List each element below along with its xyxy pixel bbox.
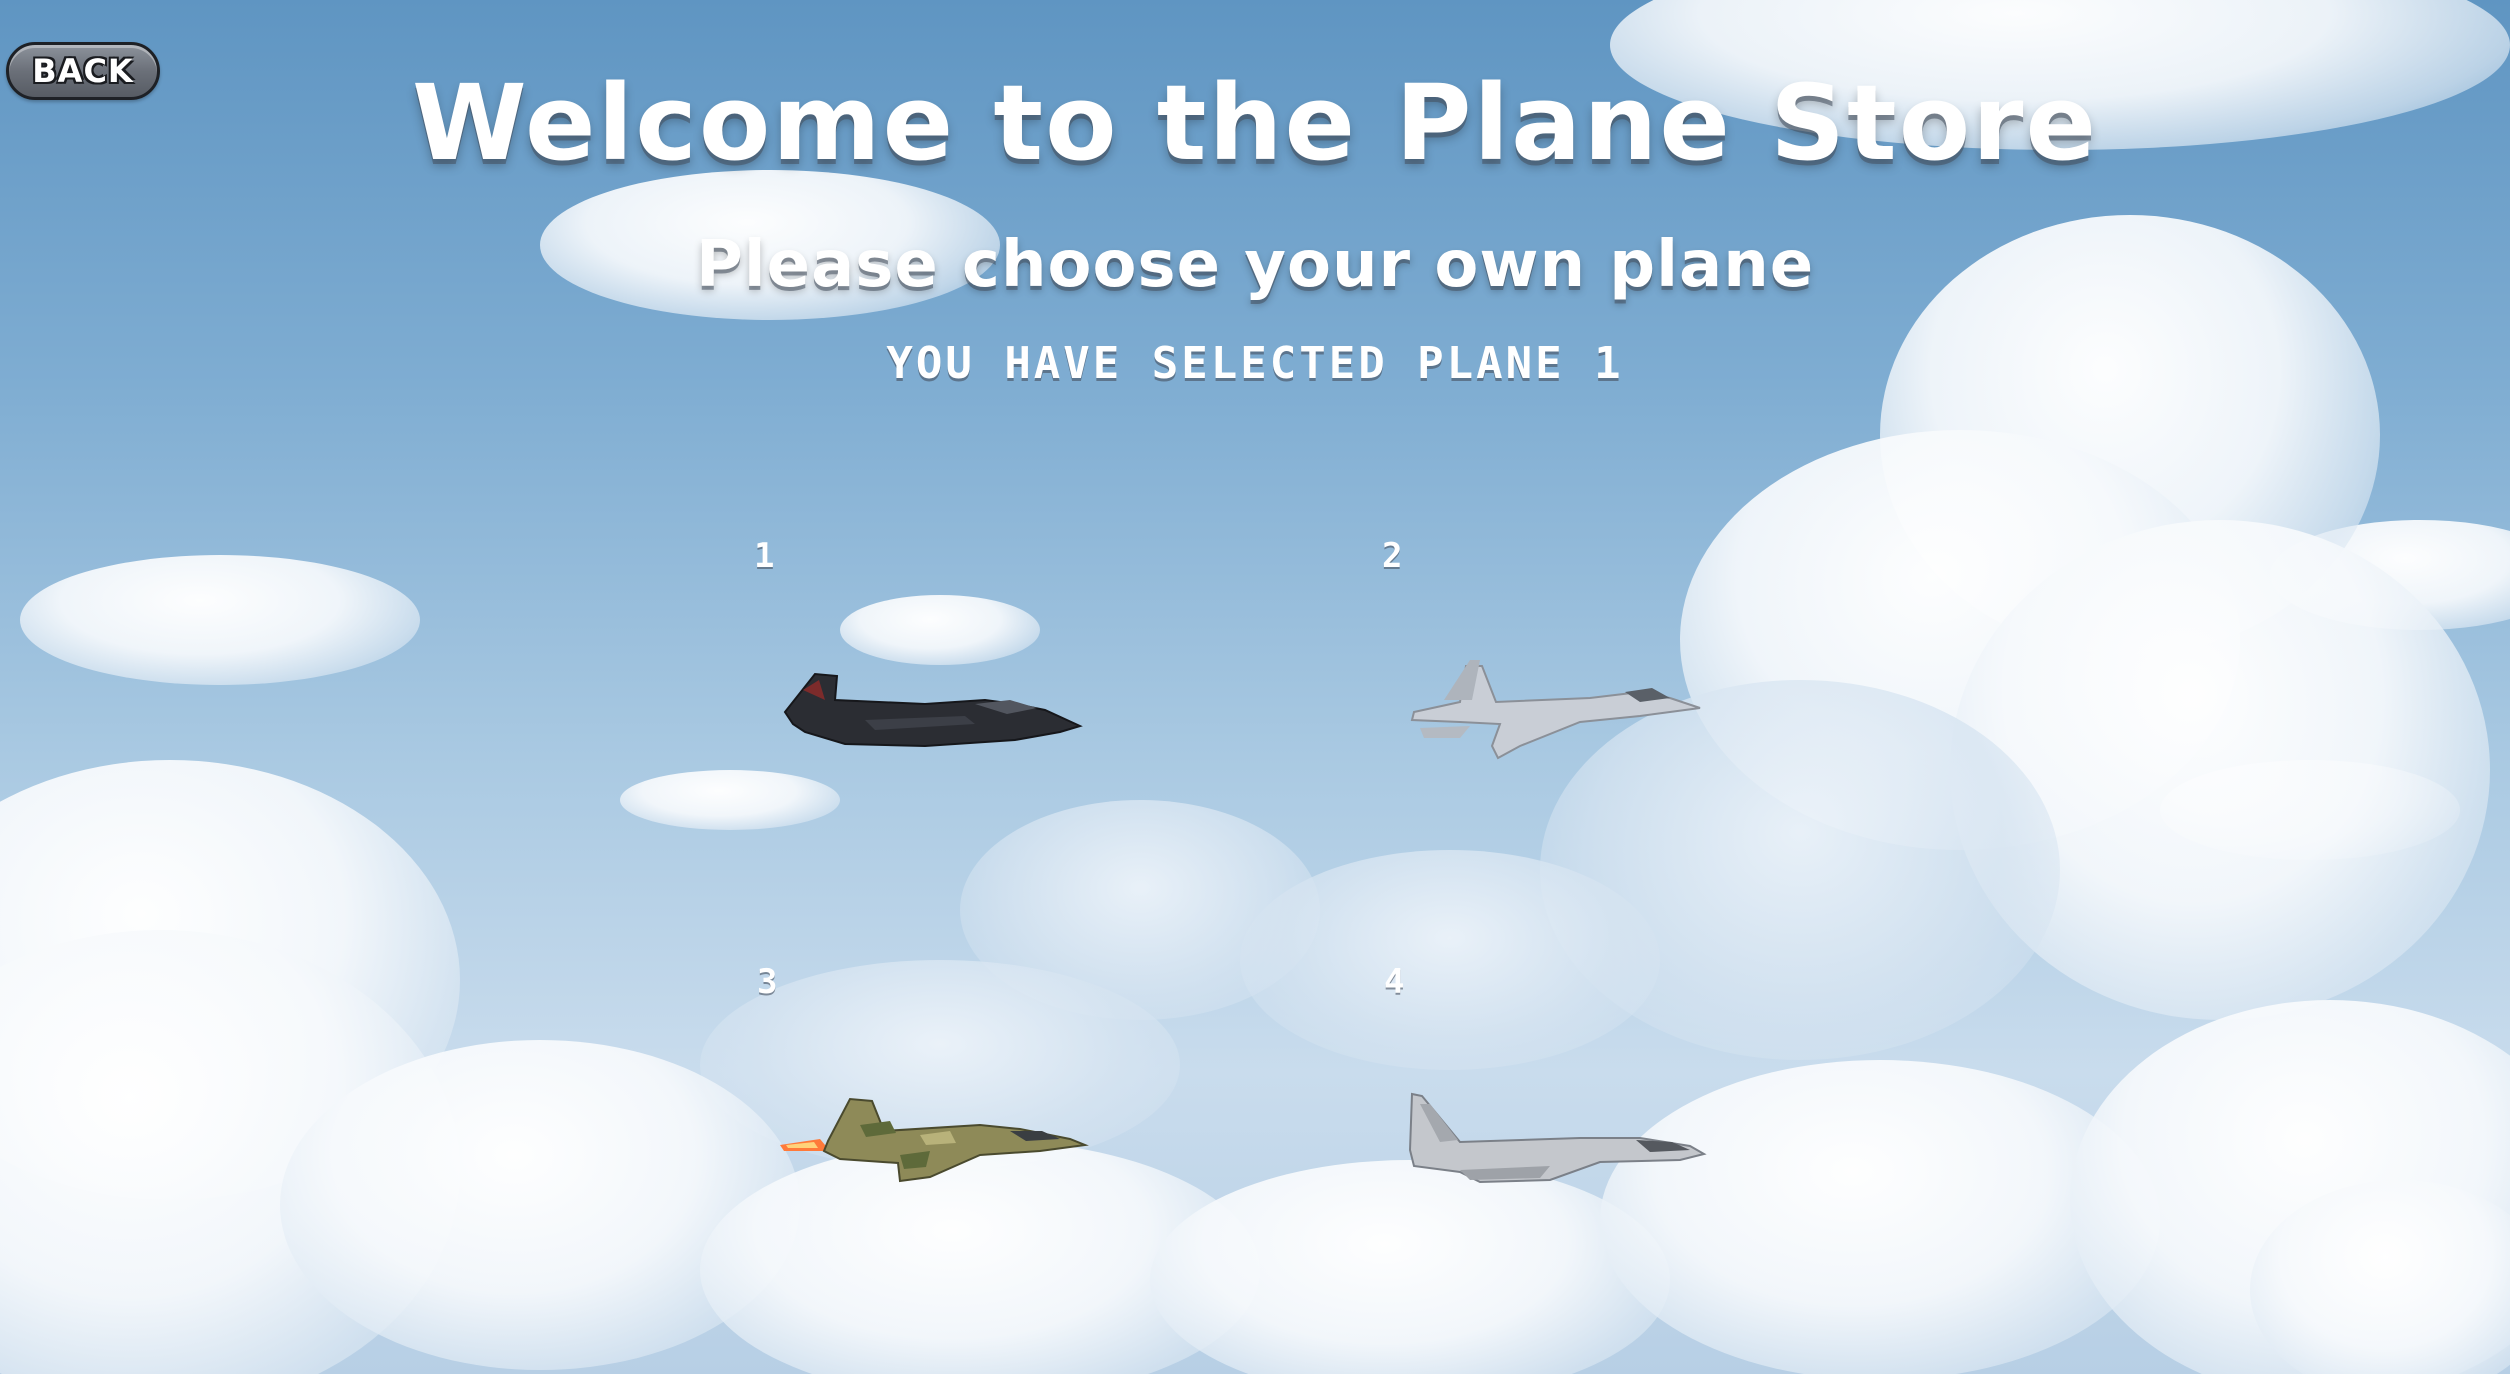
plane-4-option[interactable] [1400, 1090, 1720, 1210]
plane-3-option[interactable] [780, 1085, 1100, 1205]
cloud [1240, 850, 1660, 1070]
silver-jet-icon [1408, 1092, 1707, 1184]
stealth-jet-icon [783, 672, 1083, 748]
plane-2-option[interactable] [1400, 650, 1720, 770]
page-subtitle: Please choose your own plane [695, 228, 1815, 302]
page-title: Welcome to the Plane Store [412, 62, 2098, 184]
sky-background [0, 0, 2510, 1374]
cloud [20, 555, 420, 685]
camo-jet-icon [780, 1097, 1089, 1183]
plane-2-number: 2 [1382, 536, 1403, 576]
plane-4-number: 4 [1384, 962, 1405, 1002]
plane-1-option[interactable] [775, 660, 1095, 780]
selection-status: YOU HAVE SELECTED PLANE 1 [886, 338, 1624, 389]
fighter-jet-icon [1410, 660, 1701, 760]
plane-3-number: 3 [757, 962, 778, 1002]
plane-1-number: 1 [754, 536, 775, 576]
cloud [840, 595, 1040, 665]
